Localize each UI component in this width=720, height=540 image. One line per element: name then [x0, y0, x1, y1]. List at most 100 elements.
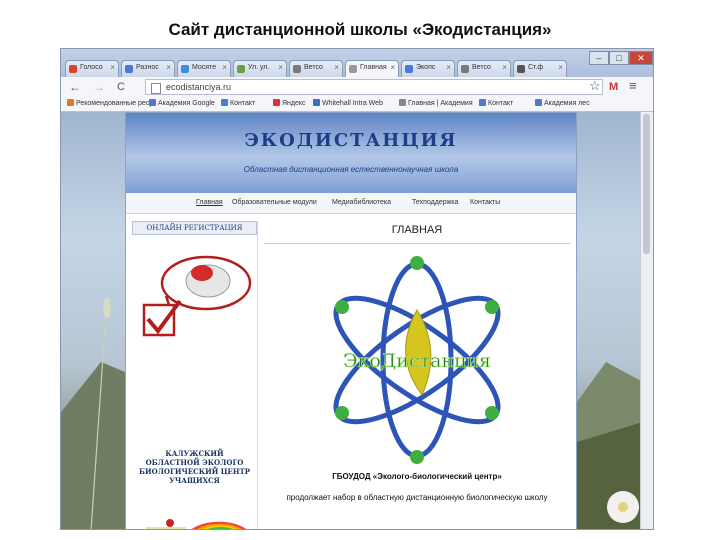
tab-close-icon[interactable]: ×	[558, 63, 563, 72]
bookmark-item[interactable]: Академия Google	[149, 99, 215, 107]
gmail-icon[interactable]: M	[609, 80, 618, 94]
org-name-line: УЧАЩИХСЯ	[169, 476, 220, 485]
logo-text: ЭкоДистанция	[343, 350, 491, 372]
back-button[interactable]: ←	[69, 80, 81, 94]
tab-favicon-icon	[125, 65, 133, 73]
bookmark-star-icon[interactable]: ☆	[589, 79, 601, 93]
description-text: продолжает набор в областную дистанционн…	[286, 493, 548, 502]
bookmarks-bar: Рекомендованные ресу Академия Google Кон…	[61, 97, 653, 112]
tab-close-icon[interactable]: ×	[110, 63, 115, 72]
tab-favicon-icon	[293, 65, 301, 73]
menu-item-modules[interactable]: Образовательные модули	[232, 199, 317, 206]
bookmark-item[interactable]: Контакт	[221, 99, 255, 107]
bookmark-icon	[479, 99, 486, 106]
org-name-line: ОБЛАСТНОЙ ЭКОЛОГО	[145, 458, 244, 467]
site-title: ЭКОДИСТАНЦИЯ	[244, 130, 458, 151]
bookmark-item[interactable]: Яндекс	[273, 99, 306, 107]
tab-favicon-icon	[405, 65, 413, 73]
maximize-button[interactable]: □	[609, 51, 629, 65]
tab-favicon-icon	[461, 65, 469, 73]
page-heading: ГЛАВНАЯ	[391, 224, 443, 236]
bookmark-label: Контакт	[230, 100, 256, 107]
page-scrollbar[interactable]	[640, 112, 653, 529]
bookmark-label: Контакт	[488, 100, 514, 107]
site-subtitle: Областная дистанционная естественнонаучн…	[243, 165, 459, 174]
tab-close-icon[interactable]: ×	[446, 63, 451, 72]
minimize-button[interactable]: –	[589, 51, 609, 65]
bookmark-item[interactable]: Рекомендованные ресу	[67, 99, 153, 107]
tab-favicon-icon	[237, 65, 245, 73]
scrollbar-thumb[interactable]	[643, 114, 650, 254]
online-registration-link[interactable]: ОНЛАЙН РЕГИСТРАЦИЯ	[132, 221, 257, 235]
website-page: ЭКОДИСТАНЦИЯ Областная дистанционная ест…	[125, 112, 577, 529]
tab-close-icon[interactable]: ×	[222, 63, 227, 72]
browser-tab[interactable]: Экопс ×	[401, 60, 455, 77]
tab-close-icon[interactable]: ×	[390, 63, 395, 72]
bookmark-label: Академия лес	[544, 100, 590, 107]
tab-close-icon[interactable]: ×	[166, 63, 171, 72]
reload-button[interactable]: C	[117, 80, 125, 94]
org-name-line: КАЛУЖСКИЙ	[165, 449, 224, 458]
bookmark-icon	[149, 99, 156, 106]
menu-item-contacts[interactable]: Контакты	[470, 199, 500, 206]
bookmark-icon	[399, 99, 406, 106]
menu-item-support[interactable]: Техподдержка	[412, 199, 458, 206]
bookmark-label: Яндекс	[282, 100, 306, 107]
browser-tab[interactable]: Ул. ул. ×	[233, 60, 287, 77]
organization-name: КАЛУЖСКИЙ ОБЛАСТНОЙ ЭКОЛОГО БИОЛОГИЧЕСКИ…	[132, 449, 257, 485]
rainbow-book-logo-icon	[146, 519, 247, 529]
organization-line: ГБОУДОД «Эколого-биологический центр»	[332, 472, 502, 481]
close-button[interactable]: ✕	[629, 51, 653, 65]
bookmark-label: Академия Google	[158, 100, 215, 107]
tab-bar: Голосо × Разнос × Мосяте × Ул. ул. × Ветсо × …	[61, 49, 653, 77]
bookmark-item[interactable]: Главная | Академия	[399, 99, 473, 107]
tab-favicon-icon	[517, 65, 525, 73]
browser-tab[interactable]: Ветсо ×	[289, 60, 343, 77]
tab-label: Ветсо	[472, 64, 491, 71]
browser-window: Голосо × Разнос × Мосяте × Ул. ул. × Ветсо × …	[60, 48, 654, 530]
tab-label: Экопс	[416, 64, 436, 71]
bookmark-label: Главная | Академия	[408, 100, 473, 107]
heading-divider	[264, 243, 570, 244]
bookmark-item[interactable]: Академия лес	[535, 99, 590, 107]
mouse-checkbox-icon[interactable]	[136, 241, 254, 351]
browser-tab[interactable]: Голосо ×	[65, 60, 119, 77]
tab-close-icon[interactable]: ×	[502, 63, 507, 72]
tab-label: Разнос	[136, 64, 159, 71]
address-text: ecodistanciya.ru	[166, 82, 232, 92]
tab-label: Ст.ф	[528, 64, 544, 71]
ekodistanciya-atom-logo: ЭкоДистанция	[333, 256, 501, 464]
bookmark-item[interactable]: Контакт	[479, 99, 513, 107]
bookmark-item[interactable]: Whitehall Intra Web	[313, 99, 383, 107]
menu-item-main[interactable]: Главная	[196, 199, 223, 206]
tab-favicon-icon	[181, 65, 189, 73]
tab-label: Ул. ул.	[248, 64, 270, 71]
page-viewport: ЭКОДИСТАНЦИЯ Областная дистанционная ест…	[61, 112, 643, 529]
tab-favicon-icon	[69, 65, 77, 73]
browser-toolbar: ← → C ecodistanciya.ru ☆ M ≡	[61, 77, 653, 97]
main-content: ГЛАВНАЯ ЭкоДистанция ГБОУДОД «Эколого-би…	[264, 221, 570, 529]
tab-label: Ветсо	[304, 64, 323, 71]
tab-close-icon[interactable]: ×	[334, 63, 339, 72]
page-icon	[151, 83, 161, 94]
browser-tab[interactable]: Мосяте ×	[177, 60, 231, 77]
tab-label: Главная	[360, 64, 387, 71]
slide-title: Сайт дистанционной школы «Экодистанция»	[168, 20, 552, 39]
address-bar[interactable]: ecodistanciya.ru	[145, 79, 603, 95]
forward-button[interactable]: →	[93, 80, 105, 94]
browser-tab[interactable]: Разнос ×	[121, 60, 175, 77]
browser-tab-active[interactable]: Главная ×	[345, 60, 399, 77]
tab-favicon-icon	[349, 65, 357, 73]
browser-tab[interactable]: Ветсо ×	[457, 60, 511, 77]
sidebar: ОНЛАЙН РЕГИСТРАЦИЯ КАЛУЖСКИЙ ОБЛАСТНОЙ Э…	[132, 221, 258, 529]
tab-close-icon[interactable]: ×	[278, 63, 283, 72]
browser-tab[interactable]: Ст.ф ×	[513, 60, 567, 77]
menu-icon[interactable]: ≡	[629, 79, 637, 93]
bookmark-label: Рекомендованные ресу	[76, 100, 153, 107]
site-banner: ЭКОДИСТАНЦИЯ Областная дистанционная ест…	[126, 113, 576, 193]
bookmark-icon	[313, 99, 320, 106]
bookmark-icon	[535, 99, 542, 106]
bookmark-label: Whitehall Intra Web	[322, 100, 383, 107]
tab-label: Мосяте	[192, 64, 217, 71]
menu-item-media-library[interactable]: Медиабиблиотека	[332, 199, 391, 206]
